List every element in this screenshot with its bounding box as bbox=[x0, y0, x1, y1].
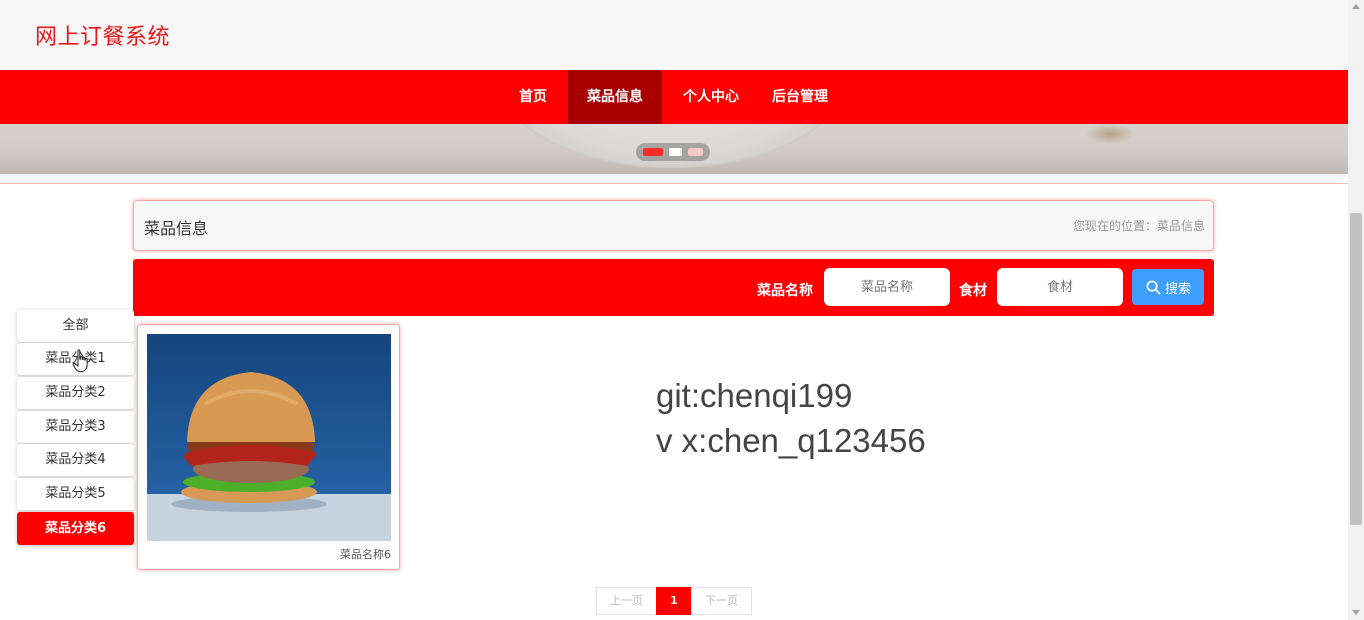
breadcrumb: 您现在的位置：菜品信息 bbox=[1072, 219, 1205, 233]
site-header: 网上订餐系统 bbox=[0, 0, 1348, 70]
scroll-up-arrow-icon[interactable] bbox=[1352, 4, 1360, 9]
search-button-label: 搜索 bbox=[1165, 282, 1192, 297]
banner-carousel bbox=[0, 124, 1348, 174]
ingredient-input[interactable] bbox=[997, 268, 1123, 306]
nav-item-home[interactable]: 首页 bbox=[505, 70, 561, 124]
carousel-dot-3[interactable] bbox=[688, 148, 703, 156]
site-title[interactable]: 网上订餐系统 bbox=[35, 19, 170, 51]
watermark-line-2: v x:chen_q123456 bbox=[656, 422, 926, 459]
banner-food-image bbox=[1085, 124, 1135, 144]
category-item-3[interactable]: 菜品分类3 bbox=[17, 411, 134, 443]
category-item-2[interactable]: 菜品分类2 bbox=[17, 377, 134, 409]
search-button[interactable]: 搜索 bbox=[1132, 269, 1204, 305]
pagination-prev[interactable]: 上一页 bbox=[596, 587, 657, 615]
dish-card[interactable]: 菜品名称6 bbox=[137, 324, 400, 570]
hand-pointer-icon bbox=[72, 349, 88, 372]
page-scrollbar[interactable] bbox=[1348, 0, 1364, 620]
pagination-page-1[interactable]: 1 bbox=[656, 587, 692, 615]
section-title: 菜品信息 bbox=[144, 219, 209, 238]
carousel-dot-1[interactable] bbox=[643, 148, 663, 156]
nav-item-admin[interactable]: 后台管理 bbox=[762, 70, 838, 124]
category-item-5[interactable]: 菜品分类5 bbox=[17, 478, 134, 510]
dish-name-input[interactable] bbox=[824, 268, 950, 306]
ingredient-label: 食材 bbox=[959, 283, 987, 299]
main-nav: 首页 菜品信息 个人中心 后台管理 bbox=[0, 70, 1348, 124]
dish-name-label: 菜品名称 bbox=[757, 283, 813, 299]
search-icon bbox=[1146, 280, 1161, 295]
category-item-4[interactable]: 菜品分类4 bbox=[17, 444, 134, 476]
nav-item-dish-info[interactable]: 菜品信息 bbox=[568, 70, 662, 124]
category-item-6[interactable]: 菜品分类6 bbox=[17, 512, 134, 545]
watermark-line-1: git:chenqi199 bbox=[656, 377, 853, 414]
pagination-next[interactable]: 下一页 bbox=[691, 587, 752, 615]
scroll-down-arrow-icon[interactable] bbox=[1352, 610, 1360, 615]
section-header: 菜品信息 您现在的位置：菜品信息 bbox=[133, 200, 1214, 251]
nav-item-personal-center[interactable]: 个人中心 bbox=[673, 70, 749, 124]
carousel-indicators bbox=[636, 143, 710, 161]
dish-name: 菜品名称6 bbox=[340, 548, 391, 561]
category-item-all[interactable]: 全部 bbox=[17, 310, 134, 342]
carousel-dot-2[interactable] bbox=[669, 148, 682, 156]
dish-image bbox=[147, 334, 391, 541]
search-bar: 菜品名称 食材 搜索 bbox=[133, 259, 1214, 316]
scroll-thumb[interactable] bbox=[1350, 213, 1362, 525]
banner-divider bbox=[0, 174, 1348, 184]
watermark-text: git:chenqi199 v x:chen_q123456 bbox=[656, 373, 926, 463]
